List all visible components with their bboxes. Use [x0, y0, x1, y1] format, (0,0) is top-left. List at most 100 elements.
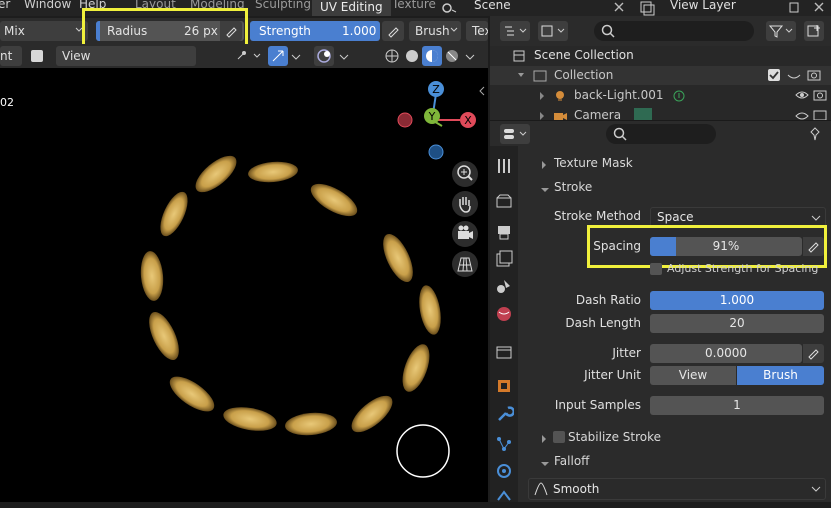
mode-dropdown[interactable]: nt [0, 46, 22, 66]
overlay-icon[interactable] [314, 46, 334, 66]
view-layer-icon[interactable] [638, 0, 662, 16]
menu-window[interactable]: Window [24, 0, 71, 11]
render-camera-icon[interactable] [806, 68, 822, 85]
output-tab-icon[interactable] [494, 222, 514, 242]
camera-view-icon[interactable] [452, 221, 478, 247]
texture-mask-panel-header[interactable]: Texture Mask [520, 152, 831, 174]
panel-expanded-arrow-icon [540, 183, 550, 197]
zoom-button[interactable] [452, 161, 478, 187]
world-tab-icon[interactable] [494, 304, 514, 324]
collection-row[interactable]: Collection [490, 66, 831, 85]
blend-mode-dropdown[interactable]: Mix [0, 21, 88, 41]
view-layer-tab-icon[interactable] [494, 249, 514, 269]
close-view-layer-icon[interactable] [812, 0, 826, 14]
scene-collection-label[interactable]: Scene Collection [534, 48, 634, 62]
stabilize-stroke-checkbox[interactable] [553, 431, 565, 443]
close-scene-icon[interactable] [612, 0, 626, 14]
ortho-grid-icon[interactable] [452, 251, 478, 277]
pan-hand-icon[interactable] [452, 191, 478, 217]
funnel-filter-icon[interactable] [766, 21, 796, 41]
strength-pressure-icon[interactable] [382, 21, 404, 41]
tab-texture[interactable]: Texture [392, 0, 436, 11]
3d-viewport[interactable]: 02 Z X Y [0, 68, 488, 502]
particles-tab-icon[interactable] [494, 434, 514, 454]
render-camera-icon[interactable] [812, 88, 828, 105]
sidebar-toggle-icon[interactable] [476, 84, 488, 98]
outliner-search-input[interactable] [594, 21, 754, 41]
collection-tab-icon[interactable] [494, 342, 514, 362]
rendered-shading-icon[interactable] [442, 46, 462, 66]
tab-sculpting[interactable]: Sculpting [255, 0, 311, 11]
stroke-panel-header[interactable]: Stroke [520, 176, 831, 198]
scene-tab-icon[interactable] [494, 276, 514, 296]
display-mode-icon[interactable] [500, 21, 530, 41]
filter-dropdown-icon[interactable] [538, 21, 568, 41]
pin-icon[interactable] [808, 126, 822, 145]
properties-tabs [490, 146, 518, 502]
z-axis-label: Z [432, 83, 440, 96]
jitter-pressure-icon[interactable] [803, 344, 824, 363]
expand-arrow-icon[interactable] [538, 90, 546, 104]
view-menu[interactable]: View [56, 46, 196, 66]
stroke-method-label: Stroke Method [553, 209, 641, 223]
stabilize-stroke-panel-header[interactable]: Stabilize Stroke [520, 426, 831, 448]
outliner-header [490, 16, 831, 46]
pivot-icon[interactable] [232, 47, 262, 65]
collection-label: Collection [554, 68, 614, 82]
new-collection-icon[interactable] [804, 21, 824, 41]
jitter-unit-brush-label: Brush [763, 368, 798, 382]
render-tab-icon[interactable] [494, 192, 514, 212]
outliner-row-camera[interactable]: Camera [490, 108, 831, 120]
properties-search-input[interactable] [606, 124, 716, 144]
view-layer-name[interactable]: View Layer [670, 0, 736, 12]
navigation-gizmo[interactable]: Z X Y [390, 78, 482, 170]
solid-shading-icon[interactable] [402, 46, 422, 66]
scene-name[interactable]: Scene [474, 0, 511, 12]
jitter-field[interactable]: 0.0000 [650, 344, 802, 363]
menu-edit[interactable]: er [0, 0, 10, 11]
panel-collapsed-arrow-icon [540, 433, 548, 447]
outliner-item-light[interactable]: back-Light.001 [574, 88, 664, 102]
jitter-unit-view-button[interactable]: View [650, 366, 736, 385]
chevron-down-icon[interactable] [338, 47, 350, 65]
scene-icon[interactable] [440, 0, 460, 16]
material-shading-icon[interactable] [422, 46, 442, 66]
constraints-tab-icon[interactable] [494, 488, 514, 508]
transform-icon[interactable] [268, 46, 288, 66]
dash-ratio-slider[interactable]: 1.000 [650, 291, 824, 310]
x-axis-label: X [464, 114, 472, 127]
input-samples-field[interactable]: 1 [650, 396, 824, 415]
tab-uv-editing[interactable]: UV Editing [312, 0, 391, 16]
tool-tab-icon[interactable] [494, 156, 514, 176]
falloff-panel-header[interactable]: Falloff [520, 450, 831, 472]
expand-arrow-icon[interactable] [516, 69, 526, 84]
copy-icon[interactable] [786, 0, 802, 16]
falloff-label: Falloff [554, 454, 590, 468]
input-samples-label: Input Samples [554, 398, 641, 412]
chevron-down-icon[interactable] [464, 47, 476, 65]
hide-in-viewport-icon[interactable] [794, 89, 810, 104]
wireframe-shading-icon[interactable] [382, 46, 402, 66]
editor-type-icon[interactable] [500, 124, 530, 144]
brush-dropdown[interactable]: Brush [409, 21, 461, 41]
modifier-wrench-icon[interactable] [494, 404, 515, 424]
falloff-preset-dropdown[interactable]: Smooth [528, 478, 826, 500]
mode-label: nt [0, 49, 13, 63]
physics-tab-icon[interactable] [494, 461, 514, 481]
object-tab-icon[interactable] [494, 376, 514, 396]
camera-data-icon [634, 108, 652, 120]
render-camera-icon[interactable] [812, 108, 828, 120]
adjust-strength-checkbox[interactable] [650, 263, 662, 275]
hide-in-viewport-icon[interactable] [786, 69, 802, 84]
strength-field[interactable]: Strength 1.000 [250, 21, 380, 41]
expand-arrow-icon[interactable] [538, 110, 546, 120]
overlay-toggle-icon[interactable] [28, 47, 46, 65]
dash-length-field[interactable]: 20 [650, 314, 824, 333]
hide-in-viewport-icon[interactable] [794, 110, 810, 120]
texture-mask-label: Texture Mask [554, 156, 633, 170]
collection-checkbox[interactable] [768, 69, 780, 81]
chevron-down-icon[interactable] [290, 47, 302, 65]
texture-dropdown[interactable]: Tex [466, 21, 488, 41]
outliner: Scene Collection Collection back-Light.0… [490, 16, 831, 120]
jitter-unit-brush-button[interactable]: Brush [737, 366, 824, 385]
